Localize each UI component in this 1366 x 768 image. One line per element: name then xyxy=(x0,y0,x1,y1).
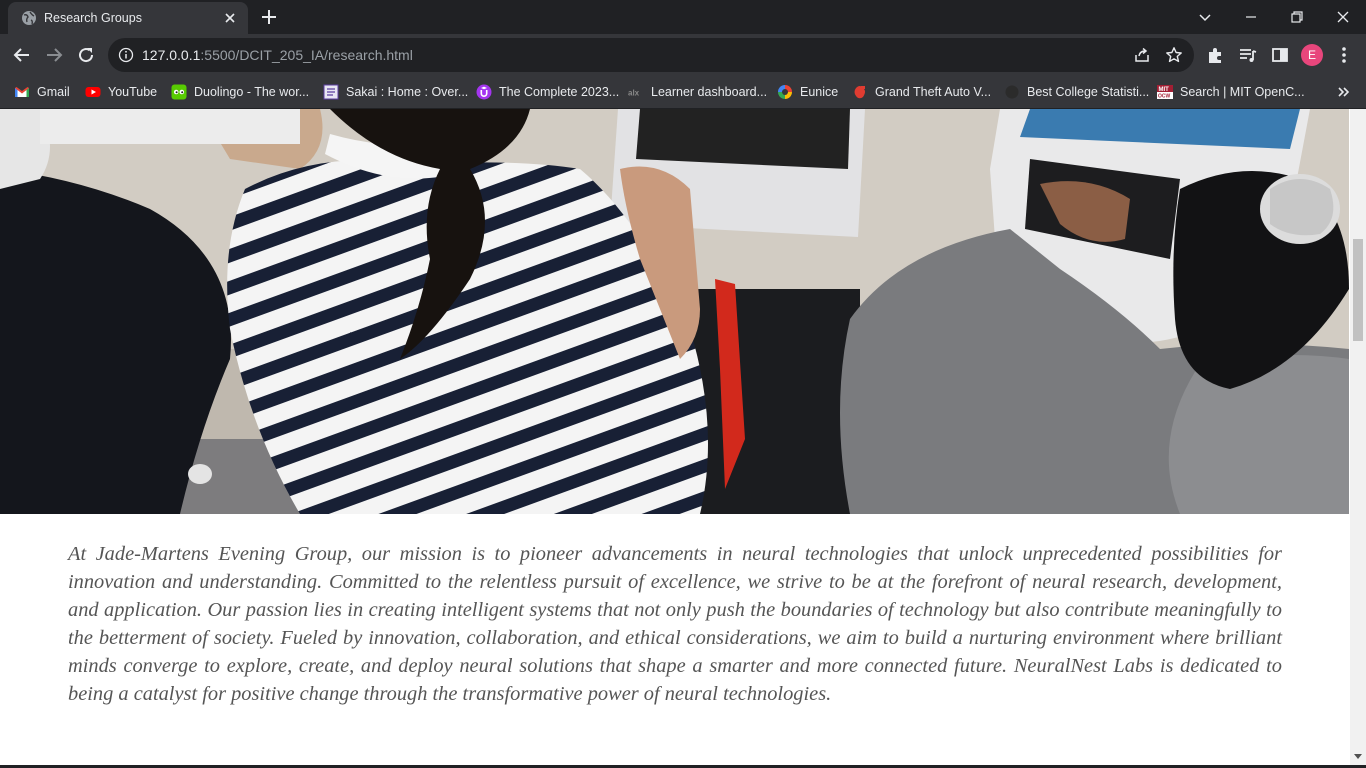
url-text[interactable]: 127.0.0.1:5500/DCIT_205_IA/research.html xyxy=(142,47,413,63)
page-scrollbar[interactable] xyxy=(1350,109,1366,768)
more-bookmarks-chevron-icon[interactable] xyxy=(1335,84,1351,100)
svg-text:MIT: MIT xyxy=(1159,87,1170,93)
bookmark-gmail[interactable]: Gmail xyxy=(14,83,70,101)
profile-avatar[interactable]: E xyxy=(1301,44,1323,66)
gmail-icon xyxy=(15,87,29,97)
side-panel-icon[interactable] xyxy=(1268,43,1292,67)
back-icon[interactable] xyxy=(10,43,34,67)
bookmark-star-icon[interactable] xyxy=(1165,46,1183,64)
swirl-icon xyxy=(778,85,792,99)
sakai-icon xyxy=(323,84,339,100)
bookmark-youtube[interactable]: YouTube xyxy=(85,83,157,101)
globe-icon xyxy=(22,11,36,25)
globe-icon xyxy=(1005,85,1019,99)
bookmark-learner-dashboard[interactable]: alx Learner dashboard... xyxy=(628,83,767,101)
close-window-icon[interactable] xyxy=(1332,6,1354,28)
mit-ocw-icon: MIT OCW xyxy=(1157,85,1173,100)
bookmark-sakai[interactable]: Sakai : Home : Over... xyxy=(323,83,468,101)
bookmark-label: Grand Theft Auto V... xyxy=(875,85,992,99)
extensions-icon[interactable] xyxy=(1204,43,1228,67)
bookmark-udemy[interactable]: The Complete 2023... xyxy=(476,83,619,101)
bookmark-duolingo[interactable]: Duolingo - The wor... xyxy=(171,83,309,101)
forward-icon[interactable] xyxy=(42,43,66,67)
mission-statement: At Jade-Martens Evening Group, our missi… xyxy=(68,543,1282,705)
address-bar[interactable]: 127.0.0.1:5500/DCIT_205_IA/research.html xyxy=(108,38,1194,72)
tab-research-groups[interactable]: Research Groups xyxy=(8,2,248,34)
duolingo-icon xyxy=(171,84,187,100)
bookmarks-bar: Gmail YouTube Duolingo - The wor... Saka… xyxy=(0,76,1366,109)
svg-text:alx: alx xyxy=(628,89,640,98)
bookmark-label: Learner dashboard... xyxy=(651,85,768,99)
bookmark-eunice[interactable]: Eunice xyxy=(777,83,838,101)
scrollbar-thumb[interactable] xyxy=(1353,239,1363,341)
bookmark-label: Sakai : Home : Over... xyxy=(346,85,469,99)
youtube-icon xyxy=(85,87,101,97)
svg-text:OCW: OCW xyxy=(1158,94,1171,100)
url-path: :5500/DCIT_205_IA/research.html xyxy=(200,47,413,63)
page-viewport: At Jade-Martens Evening Group, our missi… xyxy=(0,109,1350,768)
bookmark-label: The Complete 2023... xyxy=(499,85,620,99)
tab-title: Research Groups xyxy=(44,11,142,25)
bookmark-label: Eunice xyxy=(800,85,839,99)
bookmark-label: Gmail xyxy=(37,85,70,99)
bookmark-label: YouTube xyxy=(108,85,158,99)
bookmark-best-college[interactable]: Best College Statisti... xyxy=(1004,83,1149,101)
scroll-down-arrow-icon[interactable] xyxy=(1354,752,1362,760)
close-tab-icon[interactable] xyxy=(222,10,238,26)
udemy-icon xyxy=(476,84,492,100)
share-icon[interactable] xyxy=(1133,46,1151,64)
new-tab-icon[interactable] xyxy=(259,7,279,27)
restore-icon[interactable] xyxy=(1286,6,1308,28)
hero-image xyxy=(0,109,1349,514)
reload-icon[interactable] xyxy=(74,43,98,67)
menu-kebab-icon[interactable] xyxy=(1332,43,1356,67)
minimize-icon[interactable] xyxy=(1240,6,1262,28)
bookmark-label: Best College Statisti... xyxy=(1027,85,1150,99)
bookmark-mit-ocw[interactable]: MIT OCW Search | MIT OpenC... xyxy=(1157,83,1305,101)
tab-search-chevron-icon[interactable] xyxy=(1194,6,1216,28)
media-control-icon[interactable] xyxy=(1236,43,1260,67)
site-info-icon[interactable] xyxy=(118,47,134,63)
url-host: 127.0.0.1 xyxy=(142,47,201,63)
bookmark-label: Search | MIT OpenC... xyxy=(1180,85,1305,99)
bookmark-label: Duolingo - The wor... xyxy=(194,85,310,99)
gta-icon xyxy=(854,86,865,99)
alx-icon: alx xyxy=(628,89,640,98)
tab-strip: Research Groups xyxy=(0,0,1366,34)
bookmark-gta[interactable]: Grand Theft Auto V... xyxy=(852,83,991,101)
